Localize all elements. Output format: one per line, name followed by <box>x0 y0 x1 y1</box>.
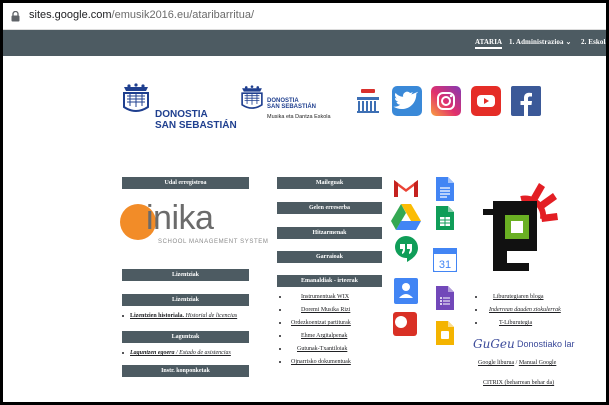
licenses-history-bold: Lizentzien historiala. <box>130 313 184 319</box>
donostia-logo-1[interactable]: DONOSTIA SAN SEBASTIÁN <box>121 83 237 135</box>
city-name-line2: SAN SEBASTIÁN <box>155 119 237 131</box>
list-item-label: Ojnarrisko dokumentuak <box>291 359 351 365</box>
contacts-icon[interactable] <box>394 278 418 304</box>
loans-bar[interactable]: Maileguak <box>277 177 382 189</box>
bullet-icon <box>475 295 477 298</box>
browser-viewport: sites.google.com/emusik2016.eu/ataribarr… <box>3 3 606 402</box>
inika-subtitle: SCHOOL MANAGEMENT SYSTEM <box>158 239 269 245</box>
city-name-line1: DONOSTIA <box>155 109 208 120</box>
hangouts-icon[interactable] <box>393 235 419 263</box>
url-text[interactable]: sites.google.com/emusik2016.eu/ataribarr… <box>29 9 254 21</box>
bullet-icon <box>475 321 477 324</box>
list-item[interactable]: Gutunak-Txantiloiak <box>279 346 347 352</box>
instrument-repairs-bar[interactable]: Instr. konponketak <box>122 365 249 377</box>
list-item-label: Doremi Musika Rizi <box>301 307 351 313</box>
list-item[interactable]: Doremi Musika Rizi <box>279 307 350 313</box>
permits-status-link[interactable]: Laguntzen egoera / Estado de asistencias <box>122 350 231 356</box>
nav-item-administration[interactable]: 1. Administrazioa ⌄ <box>509 38 571 46</box>
calendar-icon[interactable]: 31 <box>433 248 457 272</box>
list-item-label: Ehme Argitalpenak <box>301 333 348 339</box>
permits-status-rest: / Estado de asistencias <box>174 350 231 356</box>
permits-status-bold: Laguntzen egoera <box>130 350 175 356</box>
licenses-history-link[interactable]: Lizentzien historiala. Historial de lice… <box>122 313 237 319</box>
manual-google-link[interactable]: Manual Google <box>519 360 557 366</box>
google-links: Google liburua / Manual Google <box>478 360 556 366</box>
licenses-bar-1[interactable]: Lizentziak <box>122 269 249 281</box>
youtube-icon[interactable] <box>471 86 501 116</box>
bullet-icon <box>279 308 281 311</box>
drive-icon[interactable] <box>391 204 421 230</box>
lock-icon <box>11 11 20 22</box>
licenses-bar-2[interactable]: Lizentziak <box>122 294 249 306</box>
docs-icon[interactable] <box>436 177 454 201</box>
bullet-icon <box>122 314 124 317</box>
gugeu-text: Donostiako lar <box>517 339 575 349</box>
list-item[interactable]: Liburutegiaren bloga <box>475 294 543 300</box>
list-item[interactable]: Instrumentuak WIX <box>279 294 349 300</box>
performances-bar[interactable]: Emanaldiak - irteerak <box>277 275 382 287</box>
orchestra-icon[interactable] <box>355 87 381 115</box>
list-item-label: Liburutegiaren bloga <box>493 294 544 300</box>
chevron-down-icon: ⌄ <box>565 38 572 46</box>
site-navigation: ATARIA 1. Administrazioa ⌄ 2. Eskola <box>3 30 606 56</box>
school-logo[interactable]: DONOSTIA SAN SEBASTIÁN Musika eta Dantza … <box>239 85 349 125</box>
room-booking-bar[interactable]: Gelen erreserba <box>277 202 382 214</box>
agreements-bar[interactable]: Hitzarmenak <box>277 227 382 239</box>
nav-item-home[interactable]: ATARIA <box>475 38 503 49</box>
facebook-icon[interactable] <box>511 86 541 116</box>
list-item[interactable]: T-Liburutegia <box>475 320 532 326</box>
bullet-icon <box>475 308 477 311</box>
citrix-note: (beharrean behar da) <box>503 380 555 386</box>
nav-item-administration-label: 1. Administrazioa <box>509 38 564 46</box>
forms-icon[interactable] <box>436 286 454 310</box>
list-item-label: Ordezkoentzat partiturak <box>291 320 351 326</box>
school-crest-icon <box>241 85 263 109</box>
slides-icon[interactable] <box>391 308 421 338</box>
permits-bar[interactable]: Laguntzak <box>122 331 249 343</box>
twitter-icon[interactable] <box>392 86 422 116</box>
municipal-register-bar[interactable]: Udal erregistroa <box>122 177 249 189</box>
citrix-link[interactable]: CITRIX (beharrean behar da) <box>483 380 554 386</box>
bullet-icon <box>279 321 281 324</box>
keep-icon[interactable] <box>436 321 454 345</box>
city-crest-icon <box>123 83 149 112</box>
svg-text:31: 31 <box>439 259 451 271</box>
url-host: sites.google.com <box>29 9 112 21</box>
list-item-label: Gutunak-Txantiloiak <box>297 346 348 352</box>
inika-logo[interactable]: inika SCHOOL MANAGEMENT SYSTEM <box>120 199 270 251</box>
list-item-label: Inderrean dauden ziokulerrak <box>489 307 561 313</box>
sheets-icon[interactable] <box>436 206 454 230</box>
bullet-icon <box>122 351 124 354</box>
list-item[interactable]: Inderrean dauden ziokulerrak <box>475 307 561 313</box>
bullet-icon <box>279 334 281 337</box>
url-path: /emusik2016.eu/ataribarritua/ <box>111 9 255 21</box>
licenses-history-rest: Historial de licencias <box>184 313 238 319</box>
google-guide-link[interactable]: Google liburua <box>478 360 514 366</box>
gmail-icon[interactable] <box>393 178 419 198</box>
bullet-icon <box>279 295 281 298</box>
school-city-line2: SAN SEBASTIÁN <box>267 104 317 111</box>
citrix-label: CITRIX <box>483 380 503 386</box>
bullet-icon <box>279 347 281 350</box>
inika-name: inika <box>146 199 214 237</box>
library-logo-icon[interactable] <box>481 177 563 273</box>
nav-item-school[interactable]: 2. Eskola <box>581 38 606 46</box>
transport-bar[interactable]: Garraioak <box>277 251 382 263</box>
list-item[interactable]: Ehme Argitalpenak <box>279 333 347 339</box>
list-item[interactable]: Ojnarrisko dokumentuak <box>279 359 351 365</box>
instagram-icon[interactable] <box>431 86 461 116</box>
address-bar[interactable]: sites.google.com/emusik2016.eu/ataribarr… <box>3 3 606 30</box>
gugeu-logo[interactable]: GuGeu Donostiako lar <box>473 337 605 355</box>
bullet-icon <box>279 360 281 363</box>
list-item-label: T-Liburutegia <box>499 320 533 326</box>
list-item-label: Instrumentuak WIX <box>301 294 350 300</box>
list-item[interactable]: Ordezkoentzat partiturak <box>279 320 351 326</box>
school-name: Musika eta Dantza Eskola <box>267 114 331 120</box>
gugeu-script: GuGeu <box>473 337 515 351</box>
